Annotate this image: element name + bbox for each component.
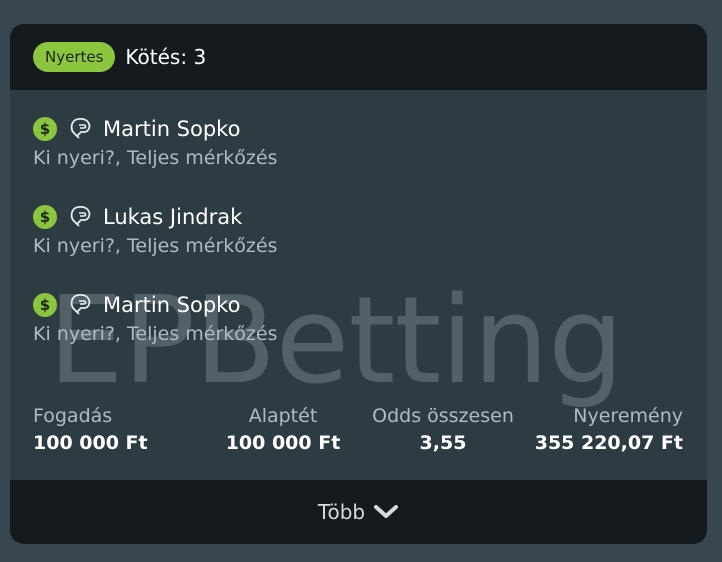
market-label: Ki nyeri?, Teljes mérkőzés	[33, 147, 278, 169]
more-label: Több	[317, 500, 366, 524]
bet-summary: Fogadás 100 000 Ft Alaptét 100 000 Ft Od…	[33, 402, 683, 462]
market-label: Ki nyeri?, Teljes mérkőzés	[33, 323, 278, 345]
player-name: Martin Sopko	[103, 117, 241, 141]
stake-label: Fogadás	[33, 405, 113, 427]
market-label: Ki nyeri?, Teljes mérkőzés	[33, 235, 278, 257]
odds-value: 3,55	[419, 432, 467, 454]
odds-label: Odds összesen	[372, 405, 514, 427]
more-button[interactable]: Több	[10, 480, 707, 544]
odds-stat: Odds összesen 3,55	[363, 402, 523, 456]
status-badge: Nyertes	[33, 42, 116, 72]
bet-count-title: Kötés: 3	[125, 45, 207, 69]
bet-card: Nyertes Kötés: 3 EPBetting $ Martin Sopk…	[10, 24, 707, 544]
selection-item: $ Lukas Jindrak Ki nyeri?, Teljes mérkőz…	[33, 202, 277, 260]
payout-stat: Nyeremény 355 220,07 Ft	[535, 402, 683, 456]
selection-item: $ Martin Sopko Ki nyeri?, Teljes mérkőzé…	[33, 114, 277, 172]
base-label: Alaptét	[248, 405, 318, 427]
dollar-icon: $	[33, 117, 57, 141]
stake-stat: Fogadás 100 000 Ft	[33, 402, 148, 456]
player-name: Martin Sopko	[103, 293, 241, 317]
player-name: Lukas Jindrak	[103, 205, 243, 229]
base-stat: Alaptét 100 000 Ft	[213, 402, 353, 456]
stake-value: 100 000 Ft	[33, 432, 148, 454]
selection-item: $ Martin Sopko Ki nyeri?, Teljes mérkőzé…	[33, 290, 277, 348]
payout-label: Nyeremény	[573, 405, 683, 427]
boxing-glove-icon	[70, 117, 91, 139]
boxing-glove-icon	[70, 205, 91, 227]
base-value: 100 000 Ft	[225, 432, 341, 454]
dollar-icon: $	[33, 205, 57, 229]
chevron-down-icon	[374, 505, 399, 518]
payout-value: 355 220,07 Ft	[534, 432, 683, 454]
dollar-icon: $	[33, 293, 57, 317]
boxing-glove-icon	[70, 293, 91, 315]
card-header: Nyertes Kötés: 3	[10, 24, 707, 90]
